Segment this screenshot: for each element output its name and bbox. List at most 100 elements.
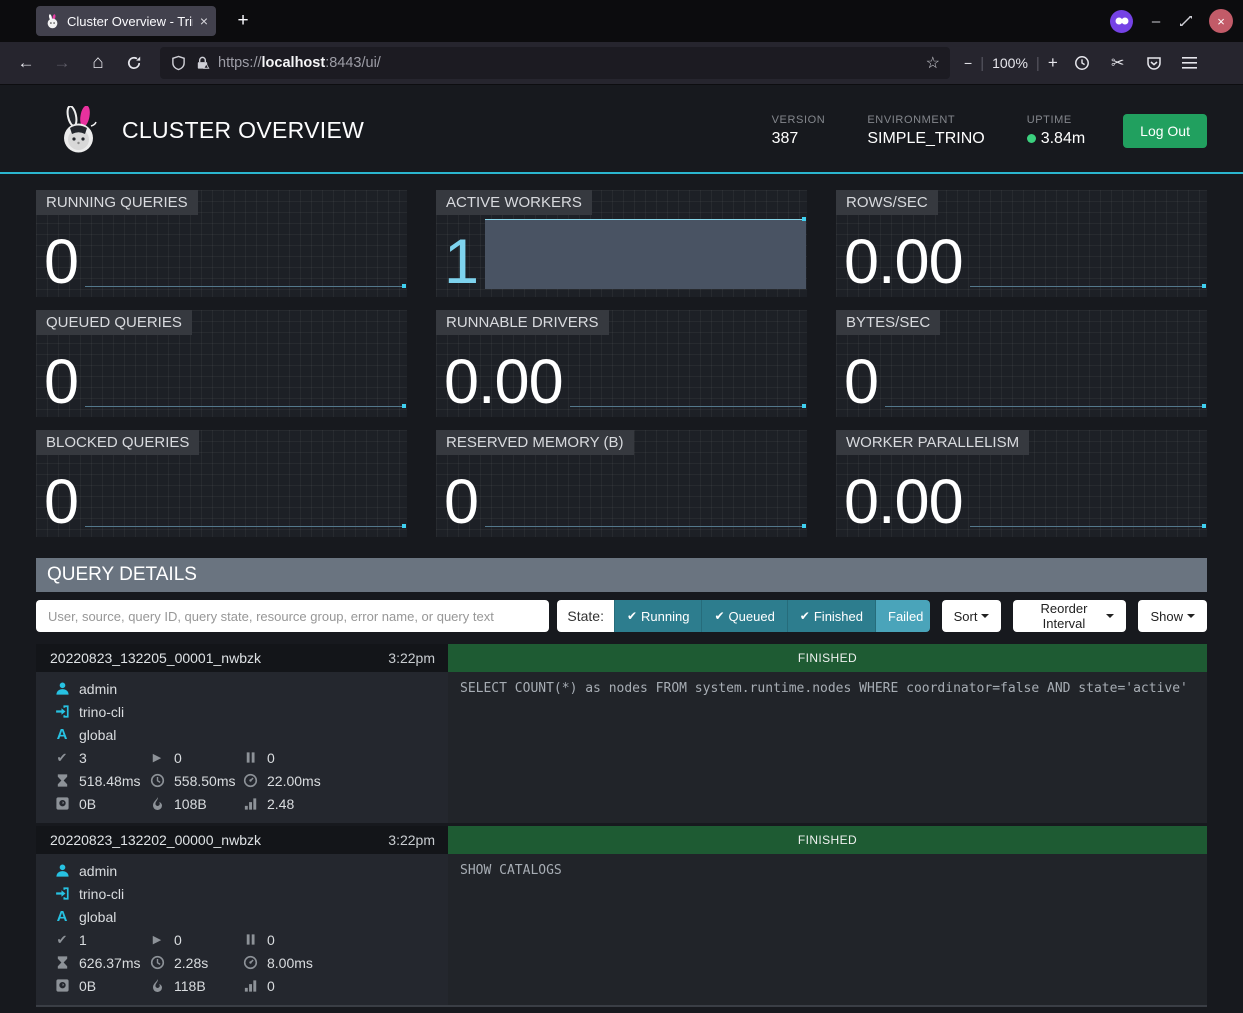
- check-icon: ✔: [800, 609, 810, 623]
- check-icon: ✔: [627, 609, 637, 623]
- query-id-bar: 20220823_132205_00001_nwbzk 3:22pm: [36, 644, 448, 672]
- lock-warning-icon[interactable]: [194, 55, 210, 71]
- query-card: 20220823_132205_00001_nwbzk3:22pmFINISHE…: [36, 644, 1207, 823]
- stat-value: admin: [79, 681, 117, 697]
- query-id-bar: 20220823_132202_00000_nwbzk 3:22pm: [36, 826, 448, 854]
- sparkline: [85, 208, 406, 292]
- browser-tab[interactable]: Cluster Overview - Trino ×: [36, 6, 216, 36]
- dropdown-label: Show: [1150, 609, 1183, 624]
- zoom-level[interactable]: 100%: [992, 55, 1028, 71]
- toolbar-dropdowns: Sort Reorder Interval Show: [930, 600, 1207, 632]
- history-clock-icon[interactable]: [1066, 48, 1098, 78]
- stat-panel-queued-queries: QUEUED QUERIES0: [36, 310, 407, 417]
- play-icon: ▶: [149, 933, 165, 946]
- chevron-down-icon: [1106, 614, 1114, 618]
- meta-label: ENVIRONMENT: [867, 114, 984, 126]
- stat-panel-value: 0.00: [844, 474, 963, 532]
- home-icon[interactable]: ⌂: [82, 48, 114, 78]
- meta-environment: ENVIRONMENTSIMPLE_TRINO: [867, 114, 984, 148]
- stat-value: 3: [79, 750, 87, 766]
- stat-value: trino-cli: [79, 886, 124, 902]
- stat-panel-body: 0: [844, 328, 1206, 412]
- new-tab-button[interactable]: +: [230, 10, 256, 32]
- query-card: 20220823_132202_00000_nwbzk3:22pmFINISHE…: [36, 826, 1207, 1005]
- stat-panel-label: ACTIVE WORKERS: [436, 190, 592, 215]
- tab-title: Cluster Overview - Trino: [67, 14, 193, 29]
- stat-panel-rows-sec: ROWS/SEC0.00: [836, 190, 1207, 297]
- restore-button[interactable]: [1179, 14, 1193, 28]
- query-id-link[interactable]: 20220823_132202_00000_nwbzk: [50, 832, 261, 848]
- meta-value: 3.84m: [1027, 130, 1085, 148]
- sparkline: [85, 328, 406, 412]
- chart-icon: [242, 796, 258, 811]
- query-stat: 108B: [149, 792, 242, 815]
- stat-value: 0B: [79, 796, 96, 812]
- stat-row: ✔3▶00: [54, 746, 448, 769]
- sparkline: [85, 448, 406, 532]
- fire-icon: [149, 978, 165, 993]
- chevron-down-icon: [981, 614, 989, 618]
- close-button[interactable]: ×: [1209, 9, 1233, 33]
- tab-close-icon[interactable]: ×: [200, 13, 208, 29]
- sparkline-line: [85, 286, 403, 287]
- sparkline-dot: [1202, 404, 1206, 408]
- page-title: CLUSTER OVERVIEW: [122, 117, 364, 144]
- sparkline-line: [970, 526, 1203, 527]
- stat-panel-body: 0.00: [844, 208, 1206, 292]
- state-filter-finished[interactable]: ✔ Finished: [787, 600, 875, 632]
- stat-panel-body: 1: [444, 208, 806, 292]
- pocket-icon[interactable]: [1138, 48, 1170, 78]
- clock-icon: [149, 955, 165, 970]
- stat-panel-label: BLOCKED QUERIES: [36, 430, 199, 455]
- query-stat: 118B: [149, 974, 242, 997]
- trino-header: CLUSTER OVERVIEW VERSION387ENVIRONMENTSI…: [0, 85, 1243, 174]
- query-id-link[interactable]: 20220823_132205_00001_nwbzk: [50, 650, 261, 666]
- screenshot-scissors-icon[interactable]: ✂: [1102, 48, 1134, 78]
- show-dropdown[interactable]: Show: [1138, 600, 1207, 632]
- zoom-in-icon[interactable]: +: [1048, 53, 1058, 73]
- zoom-out-icon[interactable]: −: [964, 55, 972, 71]
- stat-panel-label: QUEUED QUERIES: [36, 310, 192, 335]
- query-time: 3:22pm: [388, 650, 435, 666]
- sparkline: [570, 328, 806, 412]
- divider: [36, 1005, 1207, 1007]
- query-stat: 2.28s: [149, 951, 242, 974]
- back-icon[interactable]: ←: [10, 48, 42, 78]
- stat-panel-label: WORKER PARALLELISM: [836, 430, 1029, 455]
- stat-panel-label: RUNNABLE DRIVERS: [436, 310, 609, 335]
- state-filter-failed[interactable]: Failed: [875, 600, 930, 632]
- query-card-body: admintrino-cliAglobal✔1▶00626.37ms2.28s8…: [36, 854, 1207, 1005]
- url-bar[interactable]: https://localhost:8443/ui/ ☆: [160, 47, 950, 79]
- stat-panel-bytes-sec: BYTES/SEC0: [836, 310, 1207, 417]
- minimize-button[interactable]: –: [1149, 13, 1163, 30]
- stat-value: 22.00ms: [267, 773, 321, 789]
- stat-panel-label: RUNNING QUERIES: [36, 190, 198, 215]
- trino-favicon-icon: [44, 14, 60, 29]
- menu-hamburger-icon[interactable]: [1174, 48, 1206, 78]
- stat-value: 0: [267, 750, 275, 766]
- forward-icon[interactable]: →: [46, 48, 78, 78]
- bookmark-star-icon[interactable]: ☆: [926, 53, 940, 73]
- uptime-status-icon: [1027, 134, 1036, 143]
- logout-button[interactable]: Log Out: [1123, 114, 1207, 148]
- reload-icon[interactable]: [118, 48, 150, 78]
- browser-tab-strip: Cluster Overview - Trino × + – ×: [0, 0, 1243, 42]
- check-icon: ✔: [54, 932, 70, 948]
- query-card-header: 20220823_132205_00001_nwbzk3:22pmFINISHE…: [36, 644, 1207, 672]
- state-filter-label: Queued: [729, 609, 775, 624]
- pause-icon: [242, 750, 258, 765]
- sort-dropdown[interactable]: Sort: [942, 600, 1002, 632]
- stat-panel-value: 0.00: [444, 354, 563, 412]
- query-card-body: admintrino-cliAglobal✔3▶00518.48ms558.50…: [36, 672, 1207, 823]
- query-time: 3:22pm: [388, 832, 435, 848]
- state-filter-label: Finished: [814, 609, 863, 624]
- window-controls: – ×: [1110, 0, 1233, 42]
- stat-value: 558.50ms: [174, 773, 235, 789]
- shield-icon[interactable]: [170, 55, 186, 71]
- state-filter-running[interactable]: ✔Running: [614, 600, 702, 632]
- search-input[interactable]: [36, 600, 549, 632]
- stat-value: 0: [267, 978, 275, 994]
- state-filter-queued[interactable]: ✔Queued: [701, 600, 786, 632]
- reorder-interval-dropdown[interactable]: Reorder Interval: [1013, 600, 1126, 632]
- stat-value: 0: [174, 932, 182, 948]
